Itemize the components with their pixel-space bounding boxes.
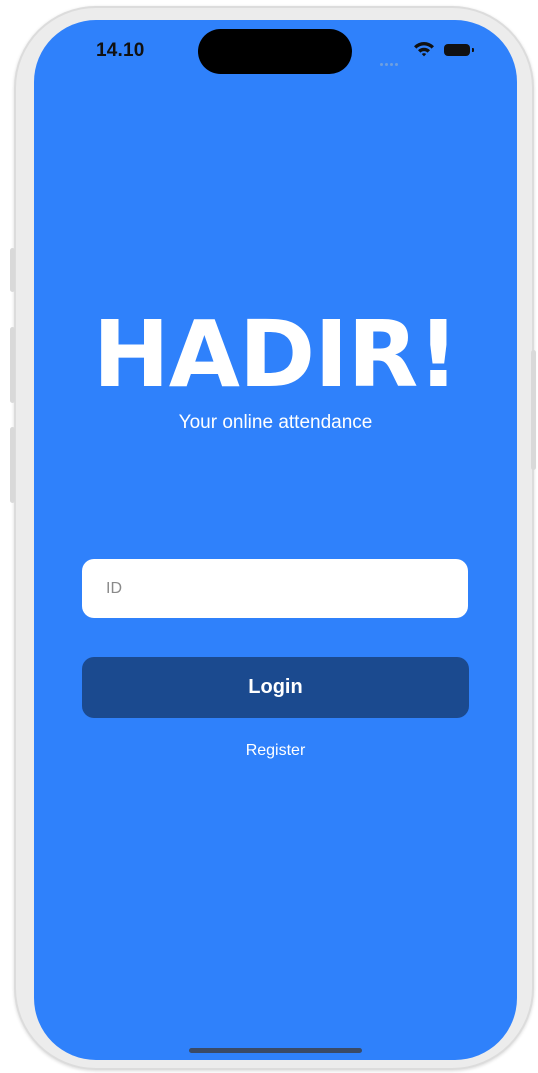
status-time: 14.10 — [96, 40, 145, 61]
battery-icon — [444, 44, 474, 56]
cellular-dots-icon — [380, 53, 400, 71]
status-bar: 14.10 — [34, 20, 517, 80]
id-input[interactable] — [82, 559, 468, 618]
dynamic-island — [198, 29, 352, 74]
app-title: HADIR! — [92, 301, 460, 408]
wifi-icon — [414, 41, 434, 57]
volume-down-button — [10, 427, 15, 503]
power-button — [531, 350, 536, 470]
register-link[interactable]: Register — [34, 742, 517, 760]
app-screen: 14.10 HADIR! Your online attendance Logi… — [34, 20, 517, 1060]
volume-up-button — [10, 327, 15, 403]
app-subtitle: Your online attendance — [178, 412, 373, 433]
login-button[interactable]: Login — [82, 657, 469, 718]
home-indicator[interactable] — [189, 1048, 362, 1053]
silent-switch — [10, 248, 15, 292]
